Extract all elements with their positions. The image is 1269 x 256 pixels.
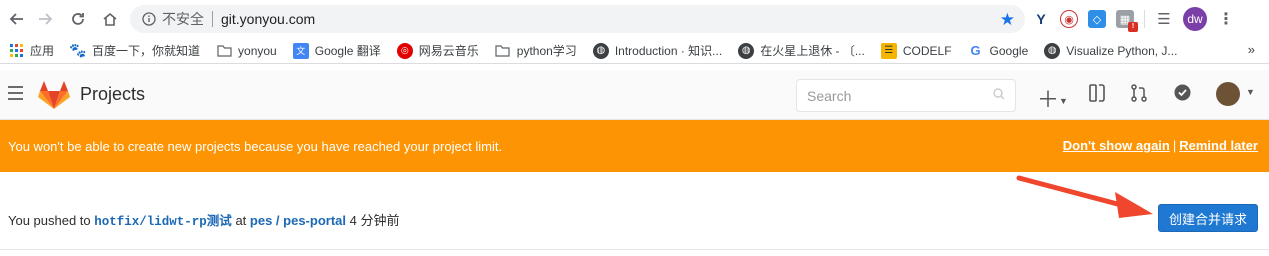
netease-music-icon: ◎ [396,42,413,59]
gitlab-navbar: Projects Search ＋▼ ▼ [0,70,1269,120]
project-limit-alert: You won't be able to create new projects… [0,120,1269,172]
bookmark-label: 网易云音乐 [418,44,479,58]
reload-icon [72,13,84,25]
sidebar-toggle-icon[interactable] [1089,84,1105,107]
extension-owl-icon[interactable]: ◉ [1060,10,1078,28]
address-bar[interactable]: 不安全 git.yonyou.com ★ [130,5,1025,33]
baidu-paw-icon: 🐾 [69,42,87,58]
hamburger-menu-icon[interactable] [8,86,23,100]
branch-link[interactable]: hotfix/lidwt-rp测试 [94,215,232,229]
url-text[interactable]: git.yonyou.com [221,11,315,27]
push-at: at [235,213,247,228]
bookmark-netease-music[interactable]: ◎ 网易云音乐 [396,42,479,59]
search-input[interactable]: Search [796,79,1016,112]
globe-icon: ◍ [592,42,609,59]
bookmark-introduction[interactable]: ◍ Introduction · 知识... [592,42,723,59]
bookmarks-bar: 应用 🐾 百度一下，你就知道 yonyou 文 Google 翻译 ◎ 网易云音… [0,38,1269,64]
insecure-label: 不安全 [162,11,204,27]
bookmark-google-translate[interactable]: 文 Google 翻译 [292,42,381,59]
search-icon [993,88,1005,103]
folder-icon [216,43,232,59]
annotation-arrow-icon [1016,175,1153,218]
bookmark-label: Google [989,43,1029,58]
bookmark-label: python学习 [516,44,577,58]
info-icon[interactable] [142,12,156,26]
bookmark-label: Google 翻译 [314,44,381,58]
bookmark-label: Visualize Python, J... [1066,43,1178,58]
search-placeholder: Search [807,88,852,104]
extension-blue-icon[interactable]: ◇ [1088,10,1106,28]
reload-button[interactable] [63,4,93,34]
forward-button[interactable] [30,4,60,34]
bookmark-python[interactable]: python学习 [495,42,577,59]
user-avatar[interactable] [1216,82,1240,106]
chevron-down-icon: ▼ [1059,96,1068,107]
project-link[interactable]: pes / pes-portal [250,213,346,228]
bookmark-mars[interactable]: ◍ 在火星上退休 - 〔... [738,42,865,59]
push-event-text: You pushed to hotfix/lidwt-rp测试 at pes /… [8,210,399,229]
back-button[interactable] [2,4,32,34]
gitlab-logo-icon[interactable] [38,80,70,110]
push-time: 4 分钟前 [349,213,400,228]
playlist-icon[interactable]: ☰ [1155,10,1173,28]
bookmark-label: Introduction · 知识... [614,44,723,58]
bookmark-google[interactable]: G Google [968,43,1029,59]
apps-grid-icon [8,43,24,59]
google-g-icon: G [970,43,981,58]
remind-later-link[interactable]: Remind later [1179,138,1258,153]
create-merge-request-button[interactable]: 创建合并请求 [1158,204,1258,232]
codelf-icon: ☰ [880,42,897,59]
browser-menu-icon[interactable]: ⋮ [1217,10,1235,28]
bookmark-apps[interactable]: 应用 [8,42,54,59]
divider [1144,10,1145,28]
bookmark-yonyou[interactable]: yonyou [216,43,277,59]
bookmark-codelf[interactable]: ☰ CODELF [880,42,952,59]
back-arrow-icon [9,13,23,25]
globe-icon: ◍ [738,42,755,59]
bookmarks-overflow-button[interactable]: » [1248,42,1255,57]
browser-toolbar: 不安全 git.yonyou.com ★ Y ◉ ◇ ▦! ☰ dw ⋮ [0,0,1269,38]
divider [212,11,213,27]
extension-v-icon[interactable]: Y [1032,10,1050,28]
globe-icon: ◍ [1044,42,1061,59]
bookmark-label: 百度一下，你就知道 [92,44,201,58]
todo-check-icon[interactable] [1174,84,1191,106]
push-prefix: You pushed to [8,213,91,228]
forward-arrow-icon [39,13,53,25]
merge-request-icon[interactable] [1131,84,1147,107]
extension-puzzle-icon[interactable]: ▦! [1116,10,1138,32]
translate-icon: 文 [292,42,309,59]
bookmark-label: 在火星上退休 - 〔... [760,44,865,58]
bookmark-label: CODELF [902,43,952,58]
home-icon [103,12,117,26]
bookmark-visualize-python[interactable]: ◍ Visualize Python, J... [1044,42,1178,59]
chevron-down-icon[interactable]: ▼ [1246,87,1255,97]
home-button[interactable] [95,4,125,34]
alert-separator: | [1172,138,1177,153]
dont-show-again-link[interactable]: Don't show again [1063,138,1170,153]
bookmark-star-icon[interactable]: ★ [1000,10,1015,30]
folder-icon [495,43,511,59]
new-dropdown-button[interactable]: ＋▼ [1037,82,1068,114]
alert-actions: Don't show again | Remind later [1063,138,1258,153]
extensions-area: Y ◉ ◇ ▦! ☰ dw ⋮ [1032,6,1235,32]
bookmark-label: 应用 [30,44,55,58]
bookmark-baidu[interactable]: 🐾 百度一下，你就知道 [69,42,201,59]
page-title: Projects [80,84,146,104]
profile-avatar[interactable]: dw [1183,7,1207,31]
bookmark-label: yonyou [238,43,277,58]
